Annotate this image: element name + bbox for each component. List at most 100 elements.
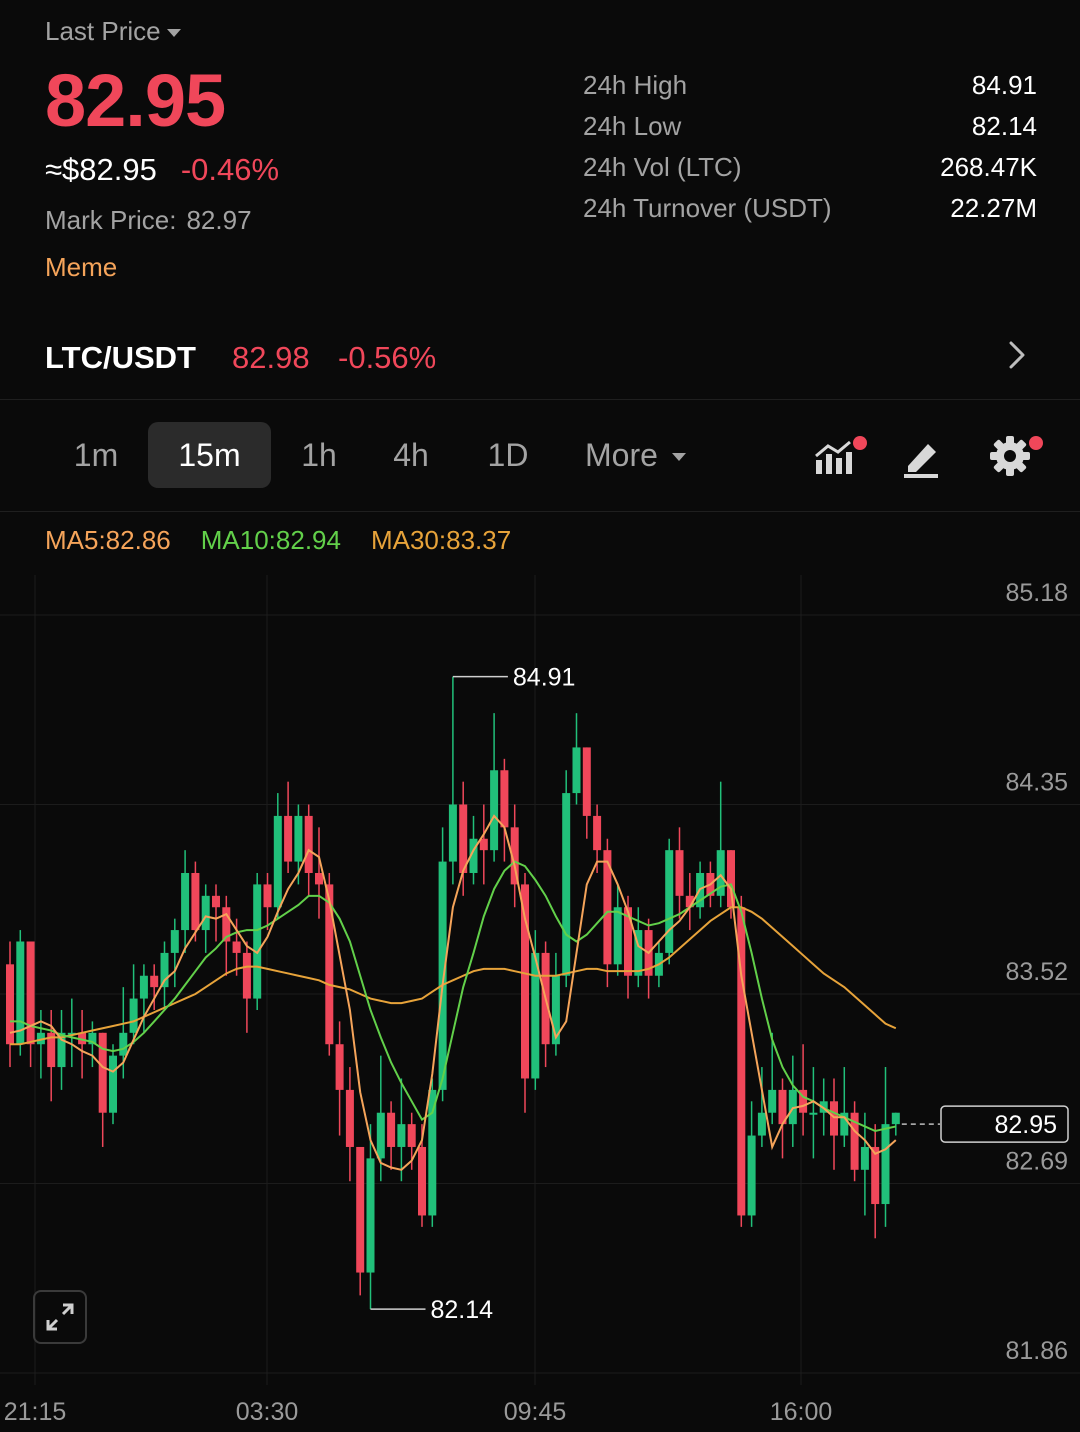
meme-tag[interactable]: Meme (45, 252, 117, 283)
caret-down-icon (671, 452, 686, 461)
ma30-line (10, 906, 897, 1046)
candle-body (665, 850, 674, 953)
mark-price-label: Mark Price: (45, 205, 177, 235)
candle-body (304, 815, 313, 873)
stat-label: 24h Low (583, 111, 682, 141)
ma5-value: MA5:82.86 (45, 525, 171, 555)
candle-body (129, 998, 138, 1033)
candle-body (459, 804, 468, 873)
timeframe-bar: 1m 15m 1h 4h 1D More (0, 400, 1080, 512)
tab-1m[interactable]: 1m (52, 422, 140, 488)
candle-body (675, 850, 684, 896)
candle-body (253, 884, 262, 999)
candle-body (294, 815, 303, 862)
stats-panel: 24h High 84.91 24h Low 82.14 24h Vol (LTC)… (583, 70, 1037, 234)
candle-body (757, 1112, 766, 1136)
spot-pair-row[interactable]: LTC/USDT 82.98 -0.56% (0, 320, 1080, 400)
candle-body (490, 770, 499, 851)
candle-body (500, 770, 509, 828)
candle-body (315, 872, 323, 885)
price-header: Last Price 82.95 ≈$82.95 -0.46% Mark Pri… (0, 0, 1080, 300)
candle-body (428, 1089, 437, 1216)
high-marker-label: 84.91 (513, 664, 576, 692)
expand-button[interactable] (33, 1290, 87, 1344)
candle-body (479, 838, 488, 851)
indicator-notification-dot (853, 436, 867, 450)
last-price-label: Last Price (45, 16, 161, 46)
y-tick-label: 85.18 (1005, 579, 1068, 607)
more-label: More (585, 437, 658, 473)
candle-body (181, 872, 190, 931)
candle-body (407, 1124, 416, 1147)
candle-body (397, 1124, 406, 1147)
stat-value: 268.47K (940, 152, 1037, 182)
candle-body (593, 815, 602, 851)
candle-body (891, 1112, 900, 1125)
candle-body (860, 1146, 869, 1170)
candle-body (881, 1124, 890, 1205)
stat-row: 24h Low 82.14 (583, 111, 1037, 152)
candle-body (356, 1146, 365, 1273)
y-tick-label: 81.86 (1005, 1337, 1068, 1365)
low-marker-label: 82.14 (431, 1296, 494, 1324)
y-tick-label: 82.69 (1005, 1148, 1068, 1176)
stat-value: 82.14 (971, 111, 1037, 141)
candle-body (150, 975, 159, 988)
caret-down-icon (166, 29, 181, 37)
tab-4h[interactable]: 4h (372, 422, 450, 488)
candle-body (26, 941, 35, 1045)
candlestick-chart[interactable]: 85.18 84.35 83.52 82.69 81.86 21:15 03:30 09:45… (0, 575, 1080, 1432)
chevron-right-icon[interactable] (1000, 338, 1034, 372)
y-tick-label: 83.52 (1005, 958, 1068, 986)
candle-body (335, 1044, 344, 1090)
current-price-label: 82.95 (994, 1111, 1057, 1139)
candle-body (582, 747, 591, 816)
candle-body (727, 850, 735, 908)
stat-row: 24h High 84.91 (583, 70, 1037, 111)
pencil-draw-icon[interactable] (898, 432, 946, 480)
candle-body (448, 804, 457, 862)
tab-15m[interactable]: 15m (148, 422, 271, 488)
x-tick-label: 16:00 (770, 1398, 833, 1426)
pair-name: LTC/USDT (45, 340, 196, 375)
candle-body (170, 930, 179, 953)
candle-body (119, 1032, 128, 1056)
tab-more[interactable]: More (585, 422, 686, 488)
stat-label: 24h Turnover (USDT) (583, 193, 832, 223)
candle-body (387, 1112, 396, 1147)
stat-label: 24h High (583, 70, 688, 100)
candle-body (212, 895, 220, 908)
mark-price: Mark Price: 82.97 (45, 205, 252, 236)
candle-body (263, 884, 272, 908)
usd-price-row: ≈$82.95 -0.46% (45, 152, 279, 188)
candle-body (376, 1112, 385, 1159)
candle-body (768, 1089, 777, 1113)
last-price-dropdown[interactable]: Last Price (45, 16, 181, 47)
candle-body (98, 1032, 107, 1113)
candle-body (139, 975, 148, 999)
candle-body (830, 1101, 838, 1136)
candle-body (572, 747, 581, 794)
stat-row: 24h Vol (LTC) 268.47K (583, 152, 1037, 193)
x-tick-label: 21:15 (4, 1398, 67, 1426)
stat-value: 22.27M (950, 193, 1037, 223)
candle-body (747, 1135, 756, 1216)
candle-body (562, 793, 571, 976)
gear-icon[interactable] (986, 432, 1034, 480)
stat-value: 84.91 (971, 70, 1037, 100)
settings-notification-dot (1029, 436, 1043, 450)
candle-body (871, 1146, 880, 1205)
candle-body (284, 815, 293, 862)
candle-body (273, 815, 282, 908)
candle-body (242, 952, 251, 999)
usd-price: ≈$82.95 (45, 152, 157, 187)
stat-label: 24h Vol (LTC) (583, 152, 742, 182)
candle-body (201, 895, 210, 931)
candle-body (345, 1089, 354, 1147)
candle-body (418, 1146, 426, 1216)
tab-1h[interactable]: 1h (280, 422, 358, 488)
tab-1d[interactable]: 1D (468, 422, 548, 488)
mark-price-value: 82.97 (186, 205, 252, 235)
x-tick-label: 03:30 (236, 1398, 299, 1426)
ma30-value: MA30:83.37 (370, 525, 512, 555)
